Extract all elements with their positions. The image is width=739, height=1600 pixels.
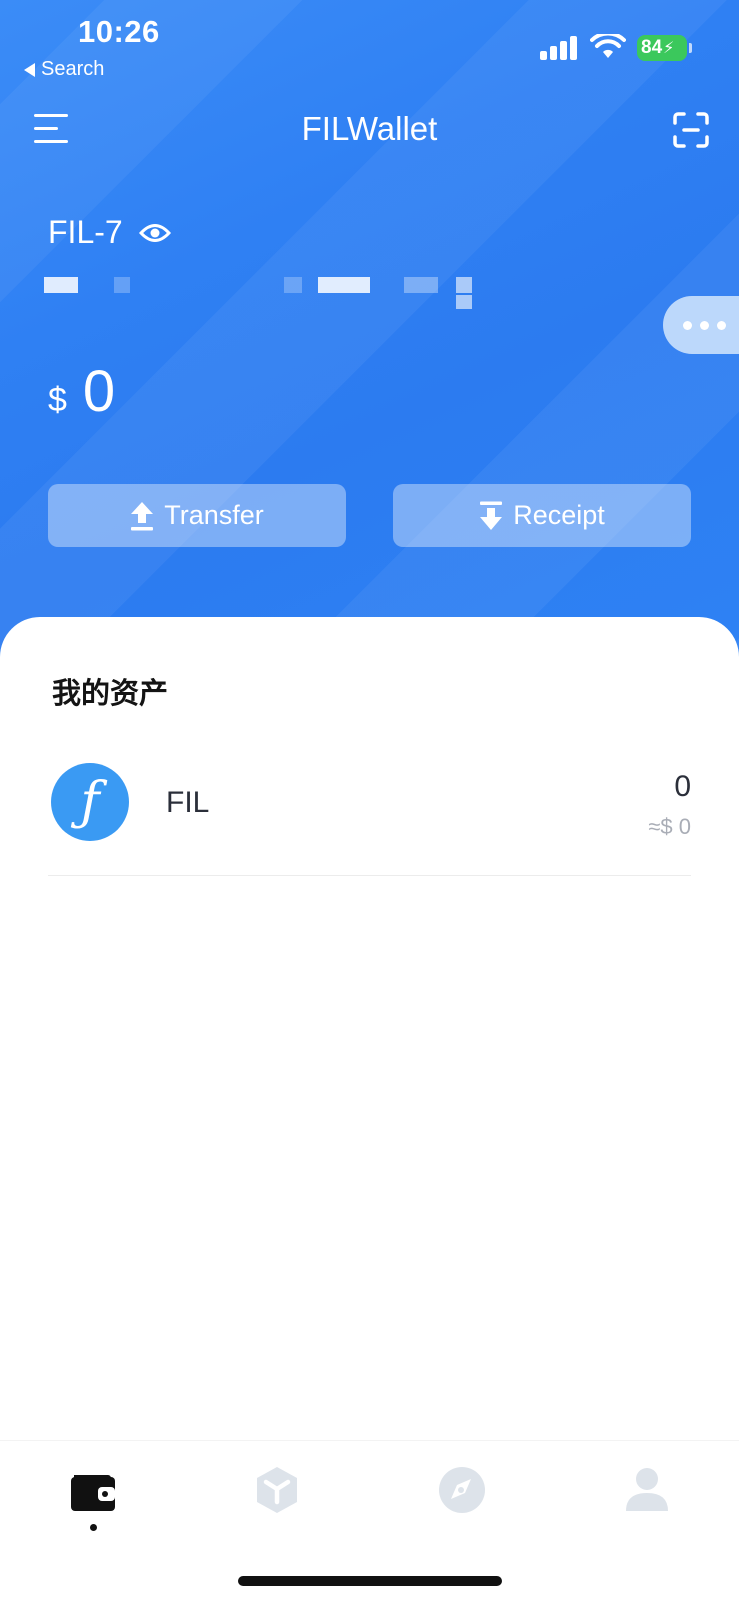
- scan-icon[interactable]: [673, 112, 709, 148]
- back-to-search[interactable]: Search: [24, 58, 104, 81]
- home-indicator: [238, 1576, 502, 1586]
- wifi-icon: [590, 34, 626, 58]
- battery-level: 84: [641, 37, 663, 58]
- status-time: 10:26: [78, 14, 160, 49]
- apps-icon[interactable]: [252, 1465, 302, 1515]
- battery-icon: 84 ⚡: [637, 35, 687, 61]
- eye-icon[interactable]: [138, 222, 171, 244]
- account-name-label: FIL-7: [48, 214, 123, 250]
- asset-fiat-value: ≈$ 0: [648, 814, 691, 839]
- active-tab-indicator: [90, 1524, 97, 1531]
- asset-amount: 0: [674, 770, 691, 803]
- balance-amount: 0: [82, 359, 116, 424]
- filecoin-logo-icon: ƒ: [51, 763, 129, 841]
- assets-card: [0, 617, 739, 1447]
- signal-icon: [540, 36, 578, 60]
- transfer-button[interactable]: Transfer: [48, 484, 346, 547]
- back-triangle-icon: [24, 62, 35, 77]
- wallet-icon[interactable]: [68, 1465, 118, 1515]
- account-name[interactable]: FIL-7: [48, 214, 171, 251]
- download-icon: [480, 501, 503, 530]
- charging-bolt-icon: ⚡: [663, 40, 675, 57]
- compass-icon[interactable]: [437, 1465, 487, 1515]
- battery-cap: [689, 43, 692, 53]
- more-options-button[interactable]: [663, 296, 739, 354]
- profile-icon[interactable]: [622, 1465, 672, 1515]
- transfer-label: Transfer: [164, 500, 264, 530]
- upload-icon: [131, 501, 154, 530]
- hero-header: [0, 0, 739, 660]
- app-title: FILWallet: [301, 110, 438, 147]
- asset-row-fil[interactable]: ƒ FIL 0 ≈$ 0: [48, 760, 691, 876]
- address-redacted: [44, 275, 514, 311]
- asset-symbol: FIL: [166, 786, 210, 819]
- back-label: Search: [41, 58, 105, 80]
- receipt-button[interactable]: Receipt: [393, 484, 691, 547]
- currency-symbol: $: [48, 381, 67, 419]
- assets-title: 我的资产: [52, 678, 169, 710]
- receipt-label: Receipt: [513, 500, 605, 530]
- total-balance: $ 0: [48, 358, 115, 425]
